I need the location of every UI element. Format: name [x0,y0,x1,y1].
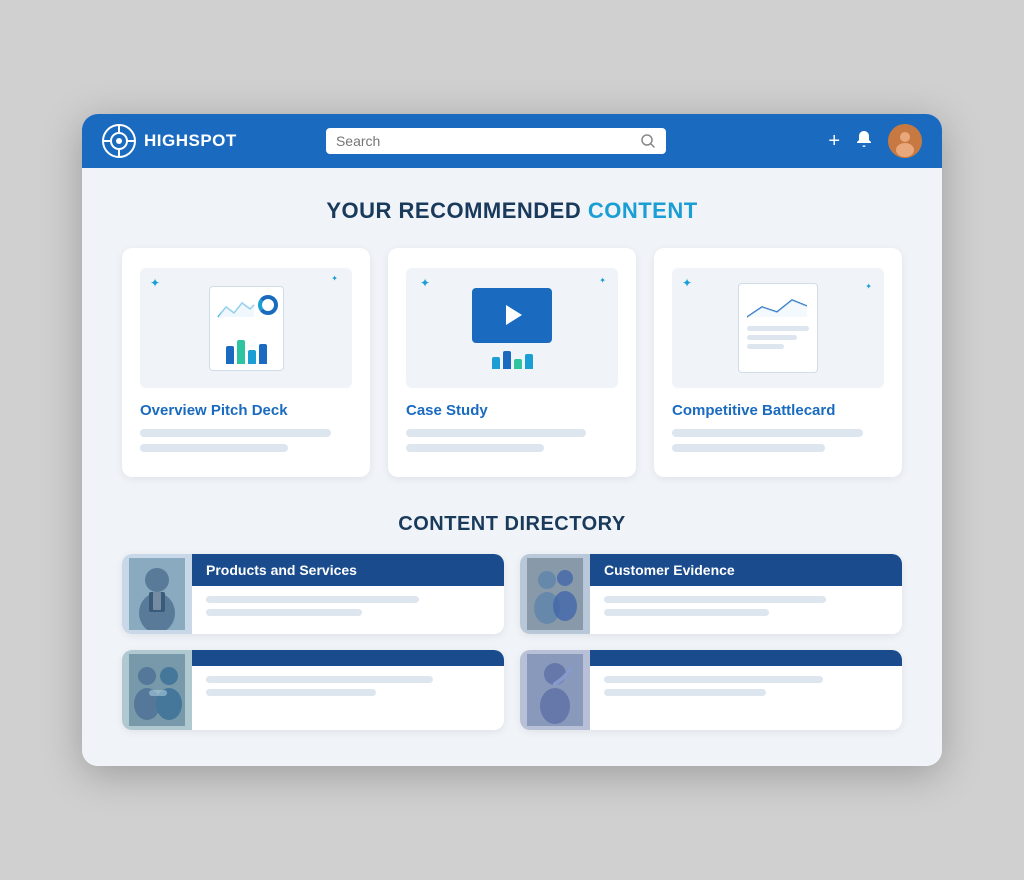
battlecard-card[interactable]: ✦ ✦ [654,248,902,477]
dir-line-1 [206,596,419,603]
pitch-deck-illustration: ✦ ✦ [140,268,352,388]
directory-item-4[interactable] [520,650,902,730]
dir-line-1 [604,596,826,603]
card-line-1 [140,429,331,437]
video-thumbnail [472,288,552,343]
directory-header-bar-2: Customer Evidence [590,554,902,586]
battlecard-illustration: ✦ ✦ [672,268,884,388]
pitch-deck-card[interactable]: ✦ ✦ [122,248,370,477]
directory-content-1: Products and Services [192,554,504,634]
search-bar[interactable] [326,128,666,154]
directory-item-products[interactable]: Products and Services [122,554,504,634]
highspot-logo-icon [102,124,136,158]
directory-header-bar-1: Products and Services [192,554,504,586]
directory-image-1 [122,554,192,634]
notification-bell-icon[interactable] [854,129,874,153]
search-input[interactable] [336,133,634,149]
directory-content-4 [590,650,902,730]
card-line-2 [672,444,825,452]
card-title: Case Study [406,402,618,419]
directory-content-2: Customer Evidence [590,554,902,634]
sparkle-icon-4: ✦ [682,276,692,290]
logo-area[interactable]: HIGHSPOT [102,124,237,158]
main-content: YOUR RECOMMENDED CONTENT ✦ ✦ [82,168,942,766]
sparkle-icon-3: ✦ [599,276,606,285]
recommended-title-part1: YOUR RECOMMENDED [326,198,588,223]
play-icon [506,305,522,325]
directory-item-3[interactable] [122,650,504,730]
directory-item-customer[interactable]: Customer Evidence [520,554,902,634]
directory-item-title-1: Products and Services [206,562,357,578]
sparkle-icon-sm: ✦ [331,274,338,283]
user-avatar[interactable] [888,124,922,158]
directory-image-2 [520,554,590,634]
sparkle-icon: ✦ [150,276,160,290]
dir-line-2 [604,689,766,696]
case-study-illustration: ✦ ✦ [406,268,618,388]
card-line-2 [140,444,288,452]
directory-header-bar-4 [590,650,902,666]
directory-item-title-2: Customer Evidence [604,562,735,578]
recommended-title-part2: CONTENT [588,198,698,223]
directory-content-3 [192,650,504,730]
dir-line-2 [206,609,362,616]
dir-line-2 [206,689,376,696]
search-icon [640,133,656,149]
browser-window: HIGHSPOT + [82,114,942,766]
directory-title: CONTENT DIRECTORY [122,513,902,536]
directory-image-4 [520,650,590,730]
sparkle-icon-2: ✦ [420,276,430,290]
directory-header-bar-3 [192,650,504,666]
header: HIGHSPOT + [82,114,942,168]
sparkle-icon-5: ✦ [865,282,872,291]
recommended-title: YOUR RECOMMENDED CONTENT [122,198,902,224]
header-icons: + [828,124,922,158]
add-button[interactable]: + [828,131,840,151]
card-title: Competitive Battlecard [672,402,884,419]
app-name: HIGHSPOT [144,131,237,151]
dir-line-1 [604,676,823,683]
card-line-1 [406,429,586,437]
case-study-card[interactable]: ✦ ✦ [388,248,636,477]
dir-line-2 [604,609,769,616]
cards-grid: ✦ ✦ [122,248,902,477]
card-line-2 [406,444,544,452]
directory-grid: Products and Services [122,554,902,730]
directory-image-3 [122,650,192,730]
card-line-1 [672,429,863,437]
dir-line-1 [206,676,433,683]
card-title: Overview Pitch Deck [140,402,352,419]
